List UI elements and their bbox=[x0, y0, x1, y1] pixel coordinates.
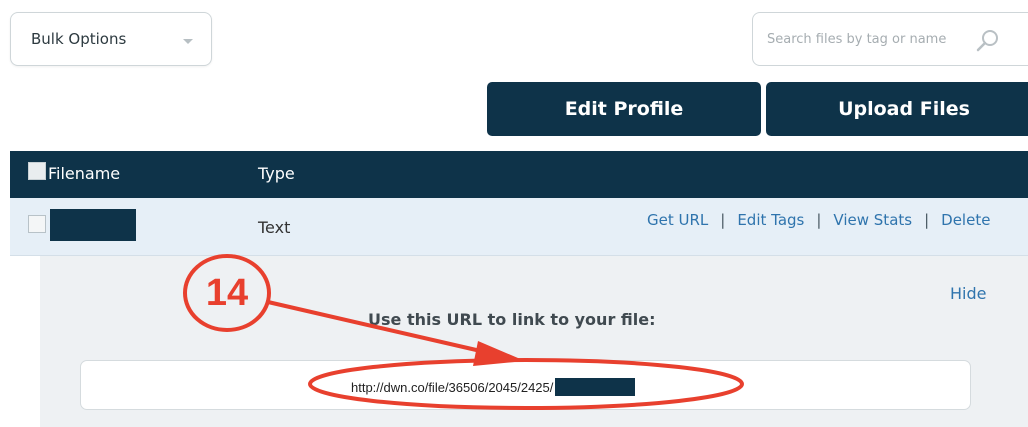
bulk-options-dropdown[interactable]: Bulk Options bbox=[10, 12, 212, 66]
file-url-field[interactable]: http://dwn.co/file/36506/2045/2425/ bbox=[80, 360, 971, 410]
view-stats-link[interactable]: View Stats bbox=[833, 211, 912, 229]
delete-link[interactable]: Delete bbox=[941, 211, 990, 229]
edit-profile-button[interactable]: Edit Profile bbox=[487, 82, 761, 136]
column-header-filename[interactable]: Filename bbox=[48, 164, 120, 183]
column-header-type[interactable]: Type bbox=[258, 164, 295, 183]
hide-link[interactable]: Hide bbox=[950, 284, 986, 303]
redacted-url-suffix bbox=[555, 378, 636, 396]
action-separator: | bbox=[816, 211, 822, 229]
url-instruction: Use this URL to link to your file: bbox=[368, 310, 656, 329]
file-url-text[interactable]: http://dwn.co/file/36506/2045/2425/ bbox=[351, 378, 636, 396]
row-checkbox[interactable] bbox=[28, 215, 46, 233]
file-type-cell: Text bbox=[258, 218, 291, 237]
annotation-step-number: 14 bbox=[205, 271, 249, 314]
bulk-options-label: Bulk Options bbox=[31, 30, 127, 48]
file-url-prefix: http://dwn.co/file/36506/2045/2425/ bbox=[351, 379, 554, 395]
get-url-link[interactable]: Get URL bbox=[647, 211, 708, 229]
table-row: Text Get URL | Edit Tags | View Stats | Delete bbox=[10, 198, 1028, 256]
row-actions: Get URL | Edit Tags | View Stats | Delete bbox=[647, 211, 990, 229]
search-icon[interactable] bbox=[975, 28, 1001, 52]
chevron-down-icon bbox=[183, 39, 193, 44]
select-all-checkbox[interactable] bbox=[28, 162, 46, 180]
search-box bbox=[752, 12, 1028, 66]
redacted-filename bbox=[50, 209, 136, 241]
search-input[interactable] bbox=[767, 25, 977, 53]
table-header: Filename Type bbox=[10, 151, 1028, 198]
upload-files-button[interactable]: Upload Files bbox=[766, 82, 1028, 136]
action-separator: | bbox=[720, 211, 726, 229]
action-separator: | bbox=[924, 211, 930, 229]
edit-tags-link[interactable]: Edit Tags bbox=[737, 211, 804, 229]
